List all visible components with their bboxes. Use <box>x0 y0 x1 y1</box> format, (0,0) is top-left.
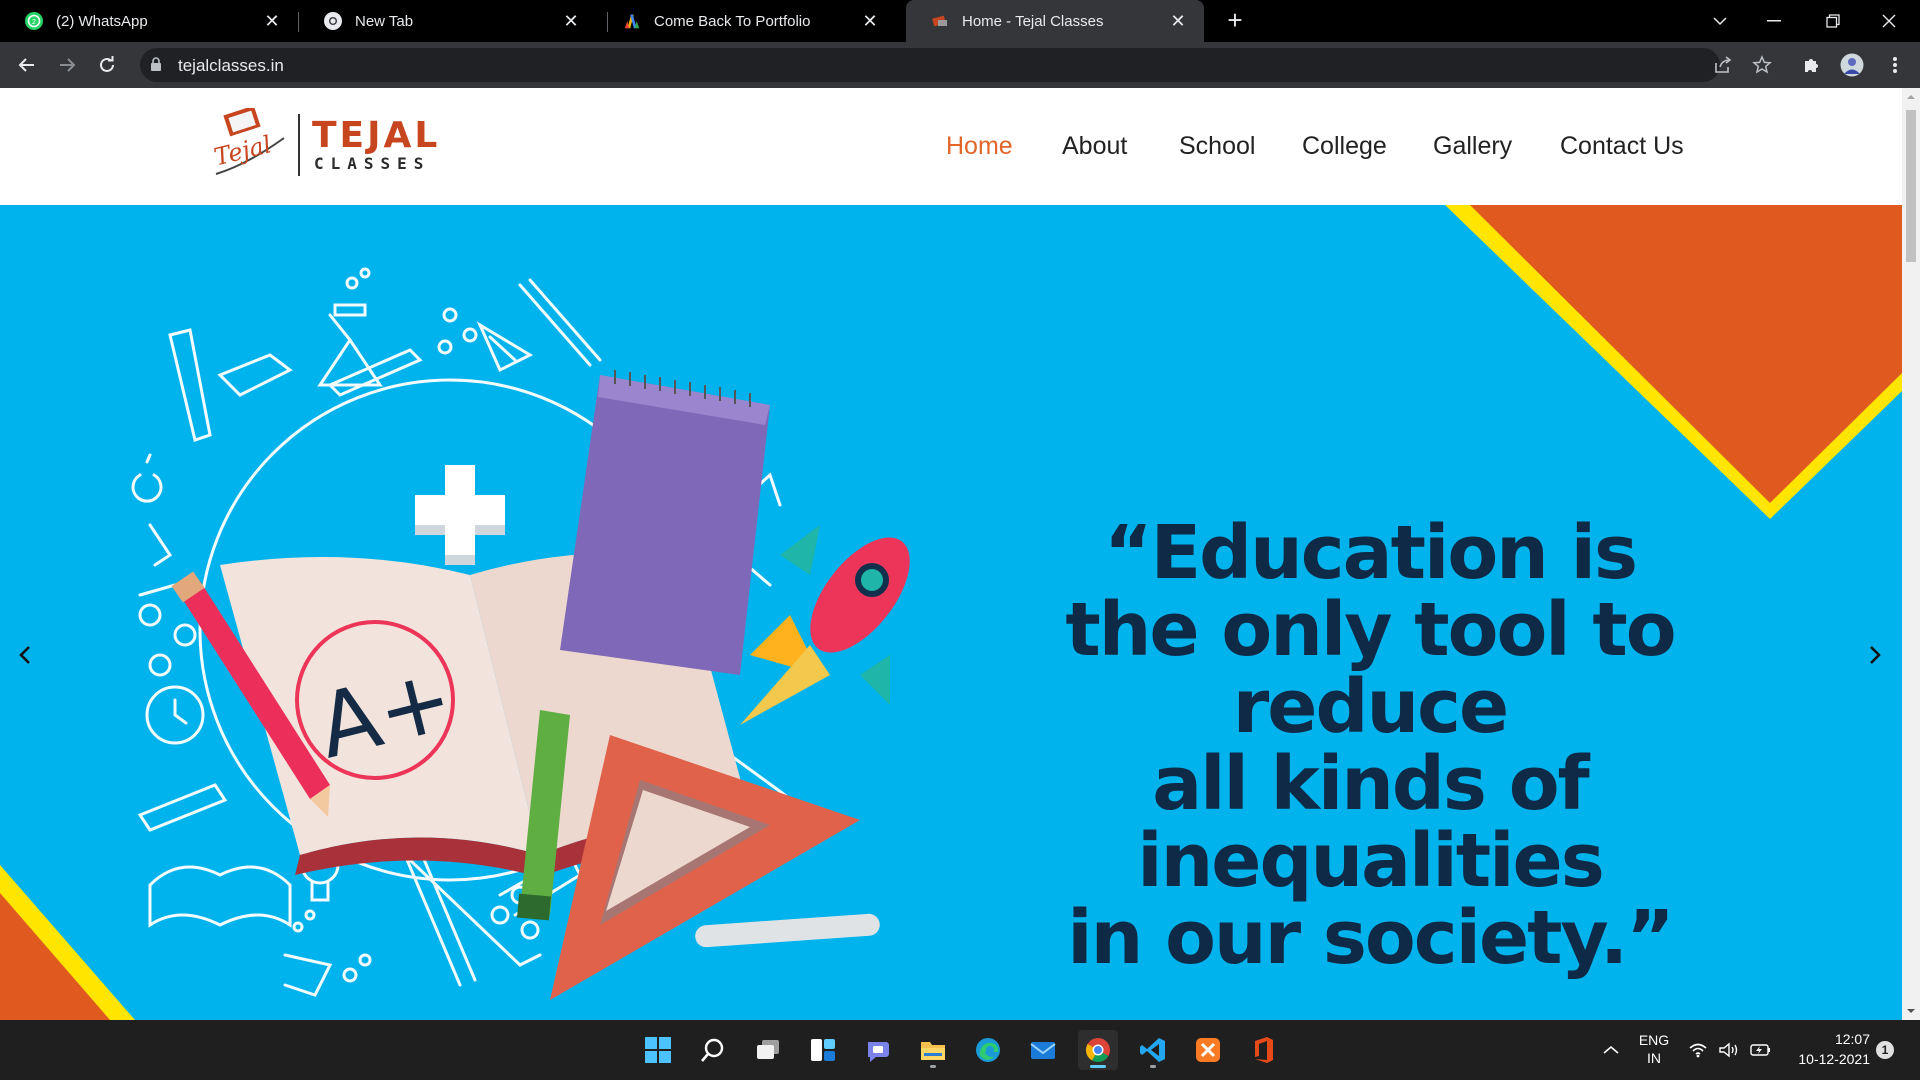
tab-search-icon[interactable] <box>1697 0 1743 42</box>
chrome-menu-icon[interactable] <box>1883 53 1907 77</box>
close-tab-icon[interactable]: ✕ <box>858 9 882 33</box>
xampp-icon[interactable] <box>1188 1030 1228 1070</box>
back-arrow-icon <box>18 58 34 72</box>
page-scrollbar[interactable] <box>1902 88 1920 1020</box>
tab-whatsapp[interactable]: 2 (2) WhatsApp ✕ <box>0 0 298 42</box>
chrome-icon[interactable] <box>1078 1030 1118 1070</box>
battery-icon <box>1750 1044 1770 1056</box>
chevron-left-icon <box>19 646 30 664</box>
logo-sub-text: CLASSES <box>314 154 431 173</box>
carousel-next-button[interactable] <box>1860 635 1890 675</box>
nav-college[interactable]: College <box>1302 132 1387 161</box>
forward-button[interactable] <box>52 50 82 80</box>
restore-icon[interactable] <box>1810 0 1856 42</box>
notification-center[interactable]: 1 <box>1874 1030 1896 1070</box>
close-tab-icon[interactable]: ✕ <box>559 9 583 33</box>
windows-taskbar: ENG IN 12:07 10-12-2021 1 <box>0 1020 1920 1080</box>
clock-date: 10-12-2021 <box>1798 1051 1870 1067</box>
nav-contact-us[interactable]: Contact Us <box>1560 132 1684 161</box>
reload-icon <box>100 56 114 72</box>
lock-icon[interactable] <box>150 57 162 77</box>
mail-icon[interactable] <box>1023 1030 1063 1070</box>
address-bar[interactable]: tejalclasses.in <box>140 48 1720 82</box>
clock-time: 12:07 <box>1834 1031 1870 1047</box>
windows-start-icon[interactable] <box>638 1030 678 1070</box>
scroll-up-icon[interactable] <box>1906 92 1916 102</box>
extensions-icon[interactable] <box>1799 53 1823 77</box>
running-indicator <box>930 1065 936 1068</box>
quote-line: in our society.” <box>1067 895 1674 981</box>
browser-tab-strip: 2 (2) WhatsApp ✕ New Tab ✕ Come Back To … <box>0 0 1920 42</box>
minimize-icon[interactable] <box>1751 0 1797 42</box>
svg-text:2: 2 <box>32 19 36 26</box>
forward-arrow-icon <box>60 58 76 72</box>
tab-portfolio[interactable]: Come Back To Portfolio ✕ <box>598 0 896 42</box>
nav-gallery[interactable]: Gallery <box>1433 132 1512 161</box>
quote-line: all kinds of inequalities <box>1137 741 1605 904</box>
carousel-prev-button[interactable] <box>10 635 40 675</box>
close-tab-icon[interactable]: ✕ <box>1166 9 1190 33</box>
tab-title: (2) WhatsApp <box>56 12 148 30</box>
tejal-favicon-icon <box>930 11 950 31</box>
language-indicator[interactable]: ENG IN <box>1636 1032 1672 1066</box>
quote-line: the only tool to reduce <box>1065 587 1676 750</box>
hero-slider: A+ “Education is the only tool to reduce… <box>0 205 1902 1020</box>
bookmark-star-icon[interactable] <box>1750 53 1774 77</box>
office-icon[interactable] <box>1243 1030 1283 1070</box>
chevron-up-icon[interactable] <box>1591 1030 1631 1070</box>
close-window-icon[interactable] <box>1866 0 1912 42</box>
url-text: tejalclasses.in <box>178 56 284 75</box>
back-button[interactable] <box>12 50 42 80</box>
share-icon[interactable] <box>1711 53 1735 77</box>
nav-home[interactable]: Home <box>946 132 1013 161</box>
browser-toolbar: tejalclasses.in <box>0 42 1920 88</box>
site-header: Tejal TEJAL CLASSES Home About School Co… <box>0 88 1902 205</box>
system-tray-status[interactable] <box>1680 1030 1780 1070</box>
scroll-down-icon[interactable] <box>1906 1006 1916 1016</box>
chevron-right-icon <box>1870 646 1881 664</box>
running-indicator <box>1150 1065 1156 1068</box>
wifi-icon <box>1689 1043 1707 1058</box>
chrome-icon <box>323 11 343 31</box>
volume-icon <box>1719 1042 1738 1058</box>
logo-book-icon: Tejal <box>211 108 285 175</box>
profile-avatar[interactable] <box>1840 53 1864 77</box>
reload-button[interactable] <box>92 50 122 80</box>
tab-title: Come Back To Portfolio <box>654 12 811 30</box>
tab-title: New Tab <box>355 12 414 30</box>
active-indicator <box>1090 1065 1106 1068</box>
quote-line: “Education is <box>1103 510 1638 596</box>
hero-quote: “Education is the only tool to reduce al… <box>940 515 1800 977</box>
logo-script-text: Tejal <box>211 130 274 171</box>
logo-divider <box>298 114 300 176</box>
edge-icon[interactable] <box>968 1030 1008 1070</box>
whatsapp-icon: 2 <box>24 11 44 31</box>
clock[interactable]: 12:07 10-12-2021 <box>1780 1031 1870 1067</box>
task-view-icon[interactable] <box>748 1030 788 1070</box>
site-logo[interactable]: Tejal TEJAL CLASSES <box>208 108 438 182</box>
vscode-icon[interactable] <box>1133 1030 1173 1070</box>
teams-chat-icon[interactable] <box>858 1030 898 1070</box>
nav-school[interactable]: School <box>1179 132 1255 161</box>
logo-brand-text: TEJAL <box>312 115 441 156</box>
lang-line1: ENG <box>1638 1032 1670 1048</box>
web-page: Tejal TEJAL CLASSES Home About School Co… <box>0 88 1902 1020</box>
notification-count: 1 <box>1881 1043 1889 1057</box>
file-explorer-icon[interactable] <box>913 1030 953 1070</box>
close-tab-icon[interactable]: ✕ <box>260 9 284 33</box>
new-tab-button[interactable]: + <box>1222 7 1248 34</box>
portfolio-icon <box>622 11 642 31</box>
tab-tejal-classes[interactable]: Home - Tejal Classes ✕ <box>906 0 1204 42</box>
tab-title: Home - Tejal Classes <box>962 12 1104 30</box>
nav-about[interactable]: About <box>1062 132 1127 161</box>
scrollbar-thumb[interactable] <box>1906 110 1916 262</box>
widgets-icon[interactable] <box>803 1030 843 1070</box>
tab-new-tab[interactable]: New Tab ✕ <box>299 0 597 42</box>
lang-line2: IN <box>1647 1050 1661 1066</box>
search-icon[interactable] <box>693 1030 733 1070</box>
education-illustration: A+ <box>131 267 910 1000</box>
